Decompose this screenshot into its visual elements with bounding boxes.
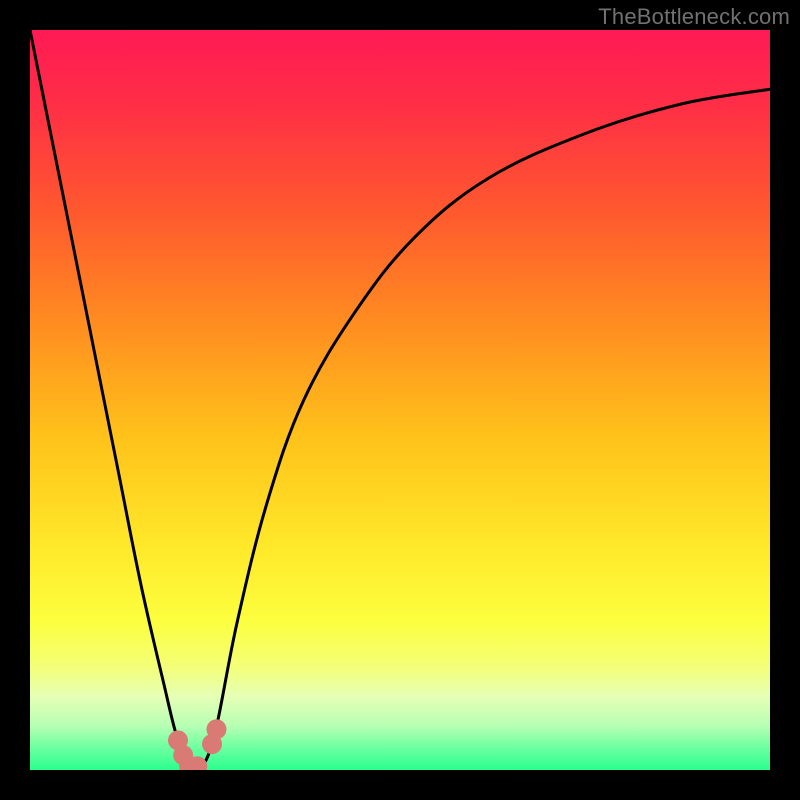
chart-frame: TheBottleneck.com (0, 0, 800, 800)
data-marker (206, 719, 226, 739)
bottleneck-curve (30, 30, 770, 770)
curve-layer (30, 30, 770, 770)
data-markers (168, 719, 226, 770)
plot-area (30, 30, 770, 770)
watermark-text: TheBottleneck.com (598, 4, 790, 30)
